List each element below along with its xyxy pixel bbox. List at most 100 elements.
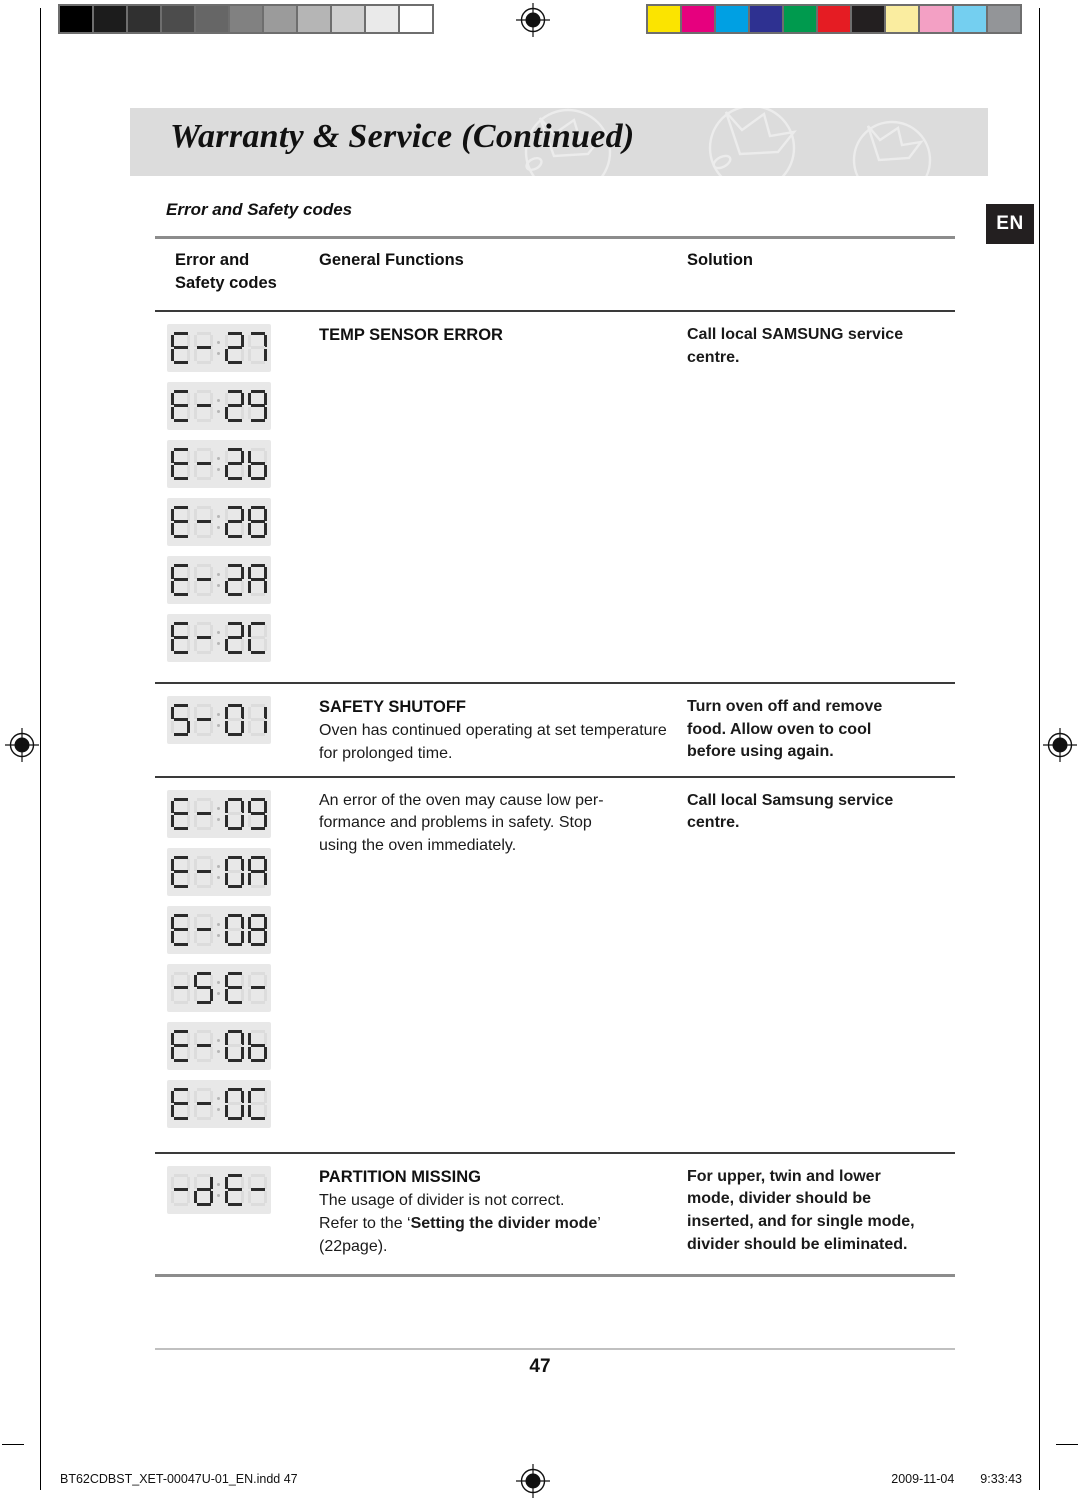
segment-f (224, 624, 228, 637)
segment-d (196, 360, 211, 364)
seven-segment-digit (193, 331, 214, 364)
crop-mark-right (1056, 1444, 1078, 1446)
segment-e (224, 1047, 228, 1060)
lcd-colon-separator (217, 856, 222, 888)
seven-segment-digit (224, 447, 245, 480)
segment-b (187, 450, 191, 463)
table-row: SAFETY SHUTOFF Oven has continued operat… (155, 684, 955, 776)
seven-segment-digit (193, 797, 214, 830)
segment-g (196, 986, 211, 990)
error-code-display (167, 497, 271, 546)
color-patch-4 (784, 6, 816, 32)
seven-segment-digit (224, 855, 245, 888)
grayscale-patch-0 (60, 6, 92, 32)
solution-cell: Call local SAMSUNG service centre. (675, 324, 955, 369)
segment-g (250, 1044, 265, 1048)
segment-d (196, 476, 211, 480)
segment-a (250, 703, 265, 708)
function-body-line: formance and problems in safety. Stop (319, 814, 592, 832)
segment-b (210, 974, 214, 987)
function-body-line: using the oven immediately. (319, 837, 517, 855)
segment-b (264, 392, 268, 405)
segment-c (210, 1105, 214, 1118)
segment-f (193, 916, 197, 929)
segment-b (187, 706, 191, 719)
segment-d (173, 1202, 188, 1206)
segment-f (170, 450, 174, 463)
segment-f (224, 858, 228, 871)
segment-b (264, 706, 268, 719)
segment-g (250, 812, 265, 816)
segment-f (247, 1032, 251, 1045)
segment-f (224, 974, 228, 987)
segment-b (241, 858, 245, 871)
segment-c (241, 581, 245, 594)
segment-d (196, 592, 211, 596)
segment-e (170, 581, 174, 594)
segment-g (227, 404, 242, 408)
segment-c (210, 721, 214, 734)
segment-g (227, 928, 242, 932)
segment-g (173, 812, 188, 816)
error-code-display (167, 323, 271, 372)
segment-a (173, 621, 188, 626)
segment-a (173, 703, 188, 708)
footer-file-name: BT62CDBST_XET-00047U-01_EN.indd 47 (60, 1472, 298, 1486)
footer-timestamp: 2009-11-04 9:33:43 (891, 1472, 1022, 1486)
segment-a (196, 971, 211, 975)
segment-g (196, 718, 211, 722)
segment-b (264, 974, 268, 987)
segment-c (264, 581, 268, 594)
function-heading: TEMP SENSOR ERROR (319, 325, 503, 344)
seven-segment-digit (193, 1087, 214, 1120)
segment-b (264, 800, 268, 813)
segment-c (264, 989, 268, 1002)
segment-d (196, 534, 211, 538)
segment-g (227, 520, 242, 524)
segment-d (227, 592, 242, 596)
segment-g (250, 986, 265, 990)
segment-g (173, 346, 188, 350)
segment-c (210, 815, 214, 828)
segment-e (247, 523, 251, 536)
solution-line: centre. (687, 348, 740, 366)
segment-f (193, 392, 197, 405)
segment-f (247, 1176, 251, 1189)
solution-line: Call local SAMSUNG service (687, 325, 904, 343)
color-patch-7 (886, 6, 918, 32)
segment-d (250, 418, 265, 422)
section-subtitle: Error and Safety codes (166, 200, 353, 219)
segment-c (264, 873, 268, 886)
seven-segment-digit (247, 703, 268, 736)
seven-segment-digit (170, 563, 191, 596)
segment-d (196, 826, 211, 830)
segment-c (187, 349, 191, 362)
page-title: Warranty & Service (Continued) (170, 118, 635, 155)
segment-e (170, 349, 174, 362)
segment-a (250, 913, 265, 917)
seven-segment-digit (247, 855, 268, 888)
function-body-line-emphasis: Refer to the ‘Setting the divider mode’ (319, 1214, 601, 1232)
segment-b (241, 624, 245, 637)
grayscale-patch-5 (230, 6, 262, 32)
segment-d (227, 826, 242, 830)
segment-c (210, 349, 214, 362)
segment-g (250, 636, 265, 640)
segment-f (247, 706, 251, 719)
seven-segment-digit (247, 505, 268, 538)
color-patch-8 (920, 6, 952, 32)
segment-b (241, 706, 245, 719)
segment-e (224, 931, 228, 944)
segment-d (227, 942, 242, 946)
segment-a (173, 505, 188, 510)
segment-e (193, 407, 197, 420)
seven-segment-digit (247, 389, 268, 422)
segment-a (227, 505, 242, 510)
seven-segment-digit (193, 913, 214, 946)
segment-b (264, 1090, 268, 1103)
column-header-functions: General Functions (319, 251, 464, 269)
grayscale-patch-3 (162, 6, 194, 32)
segment-e (247, 873, 251, 886)
seven-segment-digit (170, 331, 191, 364)
error-code-display (167, 905, 271, 954)
